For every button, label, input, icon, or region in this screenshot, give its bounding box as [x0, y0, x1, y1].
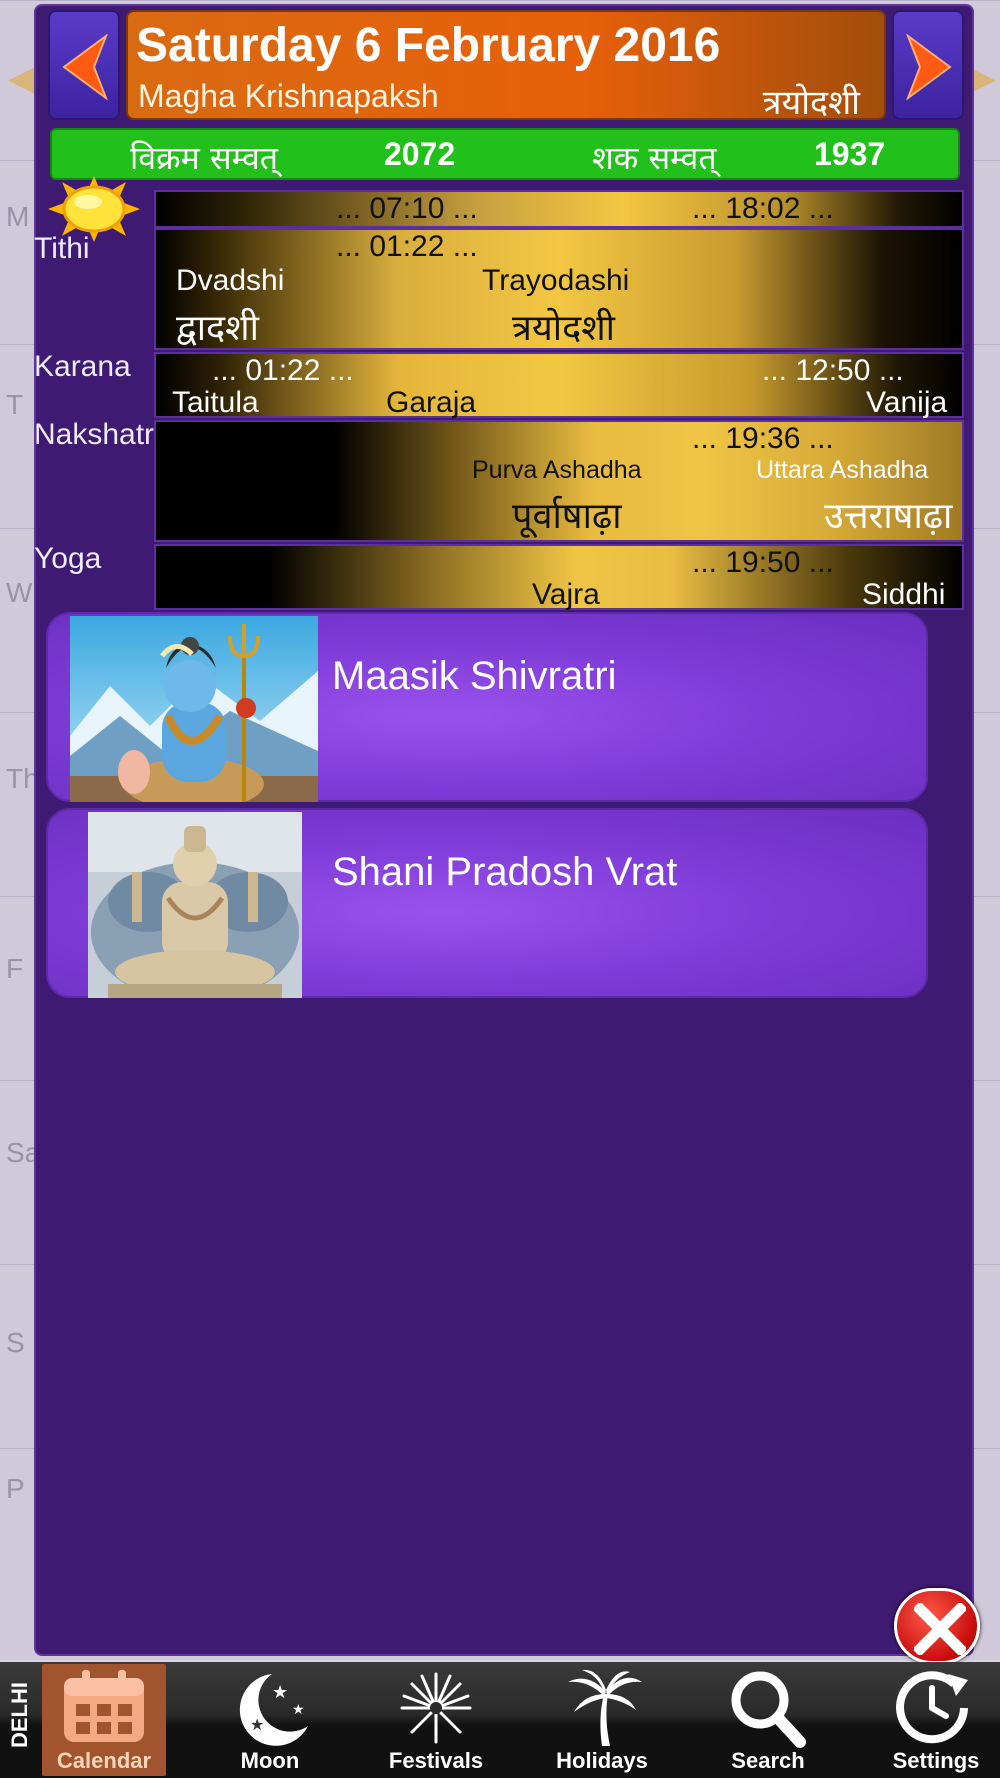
tab-calendar[interactable]: Calendar: [42, 1664, 166, 1776]
close-button[interactable]: [894, 1588, 980, 1664]
yoga-label: Yoga: [34, 542, 102, 575]
tithi-band: ... 01:22 ... Dvadshi द्वादशी Trayodashi…: [154, 228, 964, 350]
shiva-statue-image: [88, 812, 302, 998]
tab-moon[interactable]: ★ ★ ★ Moon: [208, 1664, 332, 1776]
date-title: Saturday 6 February 2016: [136, 19, 721, 72]
karana-time-1: ... 01:22 ...: [212, 354, 354, 387]
vikram-samvat-value: 2072: [384, 136, 456, 172]
search-icon: [731, 1671, 806, 1748]
sunrise-time: ... 07:10 ...: [336, 192, 478, 225]
bottom-tab-bar: DELHI Calendar ★ ★ ★ Moon Festivals Holi…: [0, 1662, 1000, 1778]
palm-tree-icon: [568, 1669, 642, 1746]
tithi-change-time: ... 01:22 ...: [336, 230, 478, 263]
samvat-bar: विक्रम सम्वत् 2072 शक सम्वत् 1937: [50, 128, 960, 180]
moon-icon: ★ ★ ★: [239, 1674, 308, 1746]
tab-search[interactable]: Search: [706, 1664, 830, 1776]
event-card[interactable]: Maasik Shivratri: [46, 612, 928, 802]
svg-text:★: ★: [272, 1682, 288, 1703]
background-day-letter: W: [6, 577, 33, 608]
tab-settings-label: Settings: [892, 1748, 980, 1773]
shaka-samvat-value: 1937: [814, 136, 886, 172]
nakshatra-label: Nakshatra: [34, 418, 171, 451]
tithi-label: Tithi: [34, 232, 90, 265]
karana-name-1: Taitula: [172, 386, 259, 419]
tithi-second-name: Trayodashi: [482, 264, 630, 297]
nakshatra-change-time: ... 19:36 ...: [692, 422, 834, 455]
tithi-hindi-label: त्रयोदशी: [762, 83, 860, 123]
tab-festivals[interactable]: Festivals: [374, 1664, 498, 1776]
karana-name-3: Vanija: [866, 386, 948, 419]
background-day-letter: T: [6, 389, 24, 420]
tab-search-label: Search: [731, 1748, 805, 1773]
tithi-first-name: Dvadshi: [176, 264, 285, 297]
date-header: Saturday 6 February 2016 Magha Krishnapa…: [126, 10, 886, 123]
tab-settings[interactable]: Settings: [874, 1664, 998, 1776]
tithi-second-hindi: त्रयोदशी: [512, 308, 615, 349]
tab-calendar-label: Calendar: [56, 1748, 152, 1773]
shaka-samvat-label: शक सम्वत्: [592, 139, 717, 177]
right-arrow-icon: [906, 34, 952, 100]
yoga-change-time: ... 19:50 ...: [692, 546, 834, 579]
calendar-icon: [64, 1670, 144, 1742]
event-title: Maasik Shivratri: [332, 654, 617, 698]
svg-text:★: ★: [250, 1715, 264, 1734]
sunset-time: ... 18:02 ...: [692, 192, 834, 225]
karana-time-2: ... 12:50 ...: [762, 354, 904, 387]
background-prev-arrow: ◀: [8, 57, 36, 98]
tab-moon-label: Moon: [240, 1748, 300, 1773]
tab-holidays[interactable]: Holidays: [540, 1664, 664, 1776]
close-icon: [914, 1603, 966, 1655]
karana-band: ... 01:22 ... ... 12:50 ... Taitula Gara…: [154, 352, 964, 419]
event-title: Shani Pradosh Vrat: [332, 850, 678, 894]
nakshatra-band: ... 19:36 ... Purva Ashadha पूर्वाषाढ़ा …: [154, 420, 964, 542]
tab-holidays-label: Holidays: [556, 1748, 648, 1773]
nakshatra-first-hindi: पूर्वाषाढ़ा: [512, 496, 622, 537]
tab-festivals-label: Festivals: [388, 1748, 484, 1773]
paksh-label: Magha Krishnapaksh: [138, 78, 439, 114]
yoga-first-name: Vajra: [532, 578, 600, 611]
sun-band: ... 07:10 ... ... 18:02 ...: [154, 190, 964, 228]
fireworks-icon: [400, 1672, 472, 1744]
event-card[interactable]: Shani Pradosh Vrat: [46, 808, 928, 998]
yoga-second-name: Siddhi: [862, 578, 946, 611]
left-arrow-icon: [62, 34, 108, 100]
nakshatra-second-hindi: उत्तराषाढ़ा: [824, 496, 953, 537]
svg-text:★: ★: [292, 1702, 305, 1718]
background-day-letter: F: [6, 953, 24, 984]
background-day-letter: M: [6, 201, 30, 232]
vikram-samvat-label: विक्रम सम्वत्: [130, 139, 279, 177]
karana-label: Karana: [34, 350, 131, 383]
city-label[interactable]: DELHI: [7, 1675, 33, 1755]
nakshatra-second-name: Uttara Ashadha: [756, 456, 929, 484]
background-day-letter: P: [6, 1473, 25, 1504]
shiva-image: [70, 616, 318, 802]
tithi-first-hindi: द्वादशी: [176, 308, 259, 349]
next-day-button[interactable]: [892, 10, 964, 120]
karana-name-2: Garaja: [386, 386, 477, 419]
settings-clock-icon: [896, 1671, 968, 1744]
yoga-band: ... 19:50 ... Vajra Siddhi: [154, 544, 964, 611]
previous-day-button[interactable]: [48, 10, 120, 120]
background-day-letter: S: [6, 1327, 25, 1358]
nakshatra-first-name: Purva Ashadha: [472, 456, 642, 484]
